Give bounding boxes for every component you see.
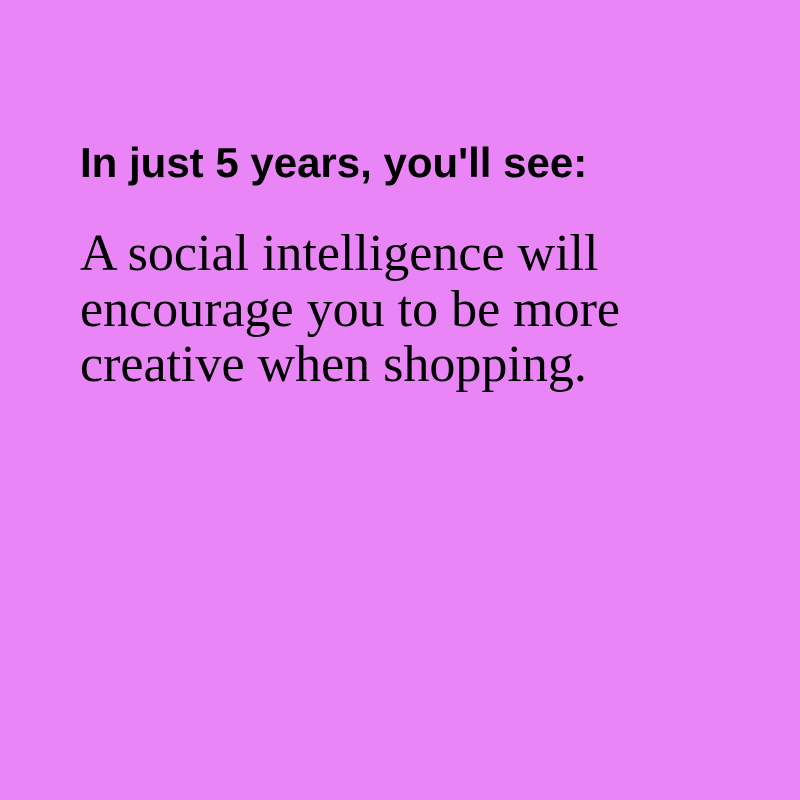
content-card: In just 5 years, you'll see: A social in… bbox=[80, 138, 700, 392]
prediction-text: A social intelligence will encourage you… bbox=[80, 225, 621, 393]
headline: In just 5 years, you'll see: bbox=[80, 139, 588, 186]
